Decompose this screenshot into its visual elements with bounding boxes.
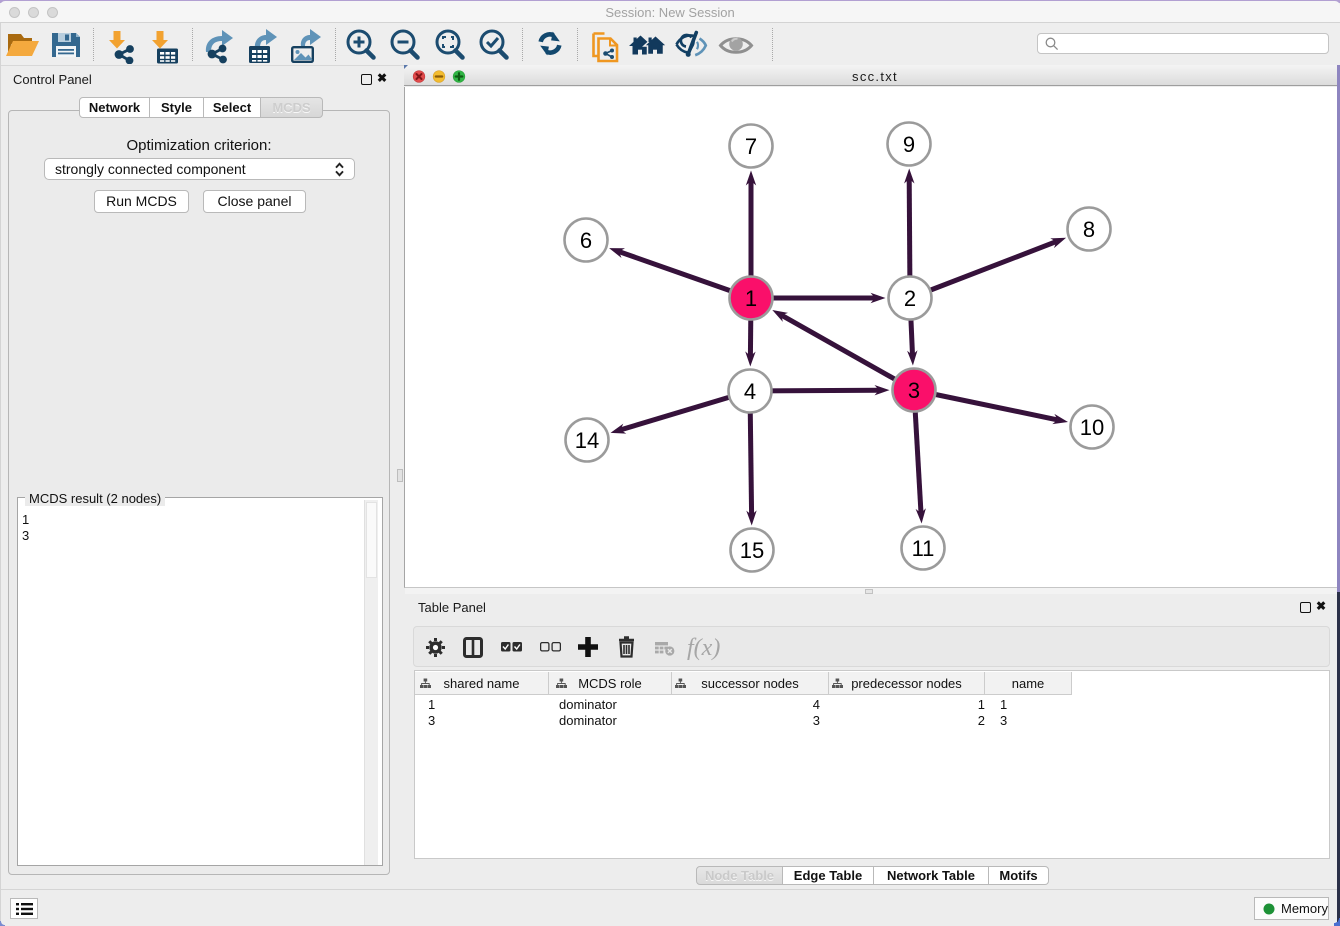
svg-text:8: 8: [1083, 217, 1095, 242]
svg-text:14: 14: [575, 428, 599, 453]
svg-text:3: 3: [908, 378, 920, 403]
svg-text:15: 15: [740, 538, 764, 563]
svg-text:11: 11: [912, 536, 935, 561]
svg-text:10: 10: [1080, 415, 1104, 440]
svg-text:7: 7: [745, 134, 757, 159]
svg-text:9: 9: [903, 132, 915, 157]
svg-text:4: 4: [744, 379, 756, 404]
svg-text:1: 1: [745, 286, 757, 311]
svg-text:2: 2: [904, 286, 916, 311]
svg-text:6: 6: [580, 228, 592, 253]
